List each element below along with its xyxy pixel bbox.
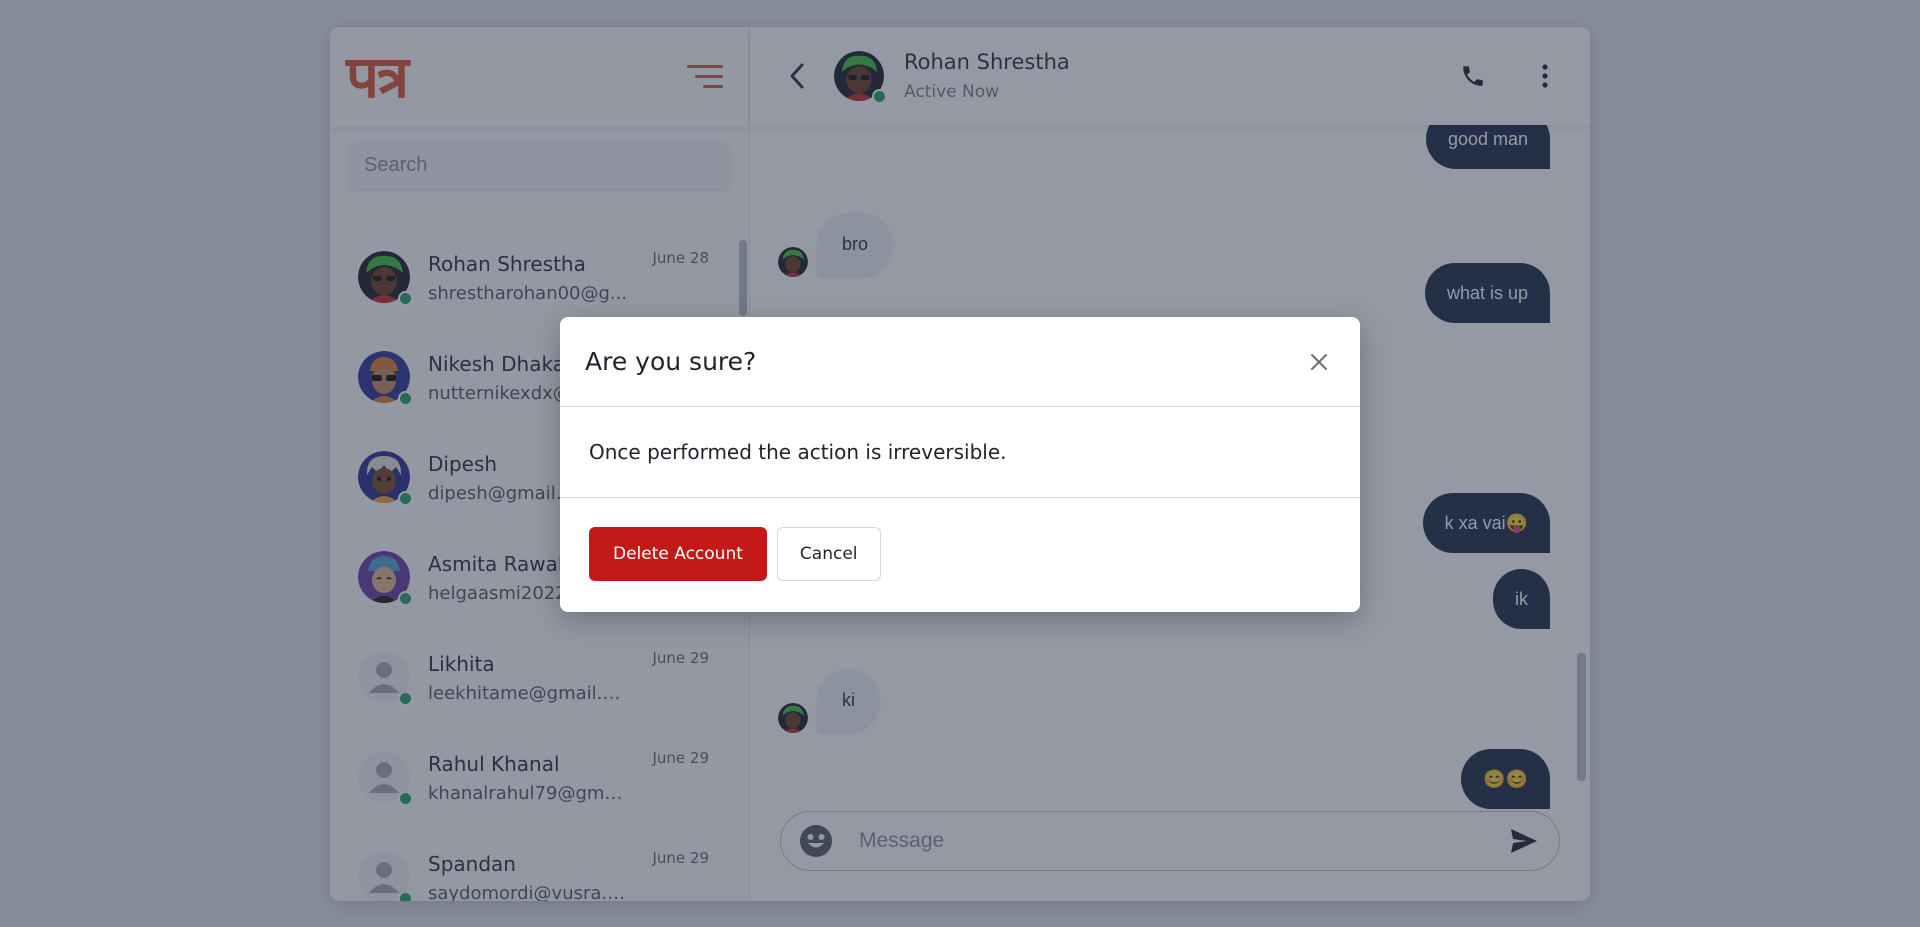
confirm-dialog: Are you sure? Once performed the action … — [560, 317, 1360, 612]
cancel-button[interactable]: Cancel — [776, 527, 881, 581]
dialog-message: Once performed the action is irreversibl… — [589, 440, 1007, 464]
delete-account-button[interactable]: Delete Account — [589, 527, 767, 581]
dialog-header: Are you sure? — [560, 317, 1360, 407]
dialog-title: Are you sure? — [585, 347, 757, 376]
dialog-footer: Delete Account Cancel — [560, 498, 1360, 610]
close-icon[interactable] — [1306, 349, 1332, 375]
dialog-body: Once performed the action is irreversibl… — [560, 407, 1360, 498]
